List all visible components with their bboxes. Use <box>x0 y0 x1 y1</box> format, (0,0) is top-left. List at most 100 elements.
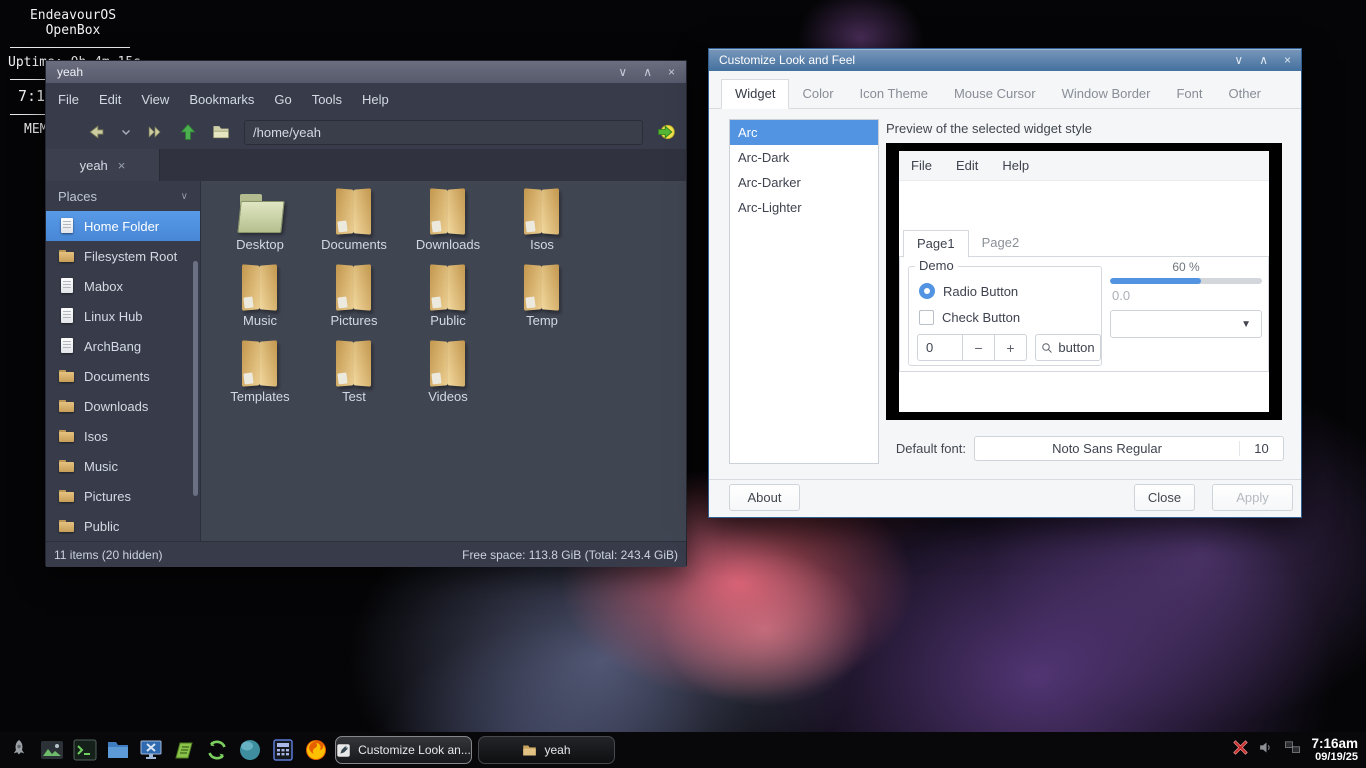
taskbar-clock[interactable]: 7:16am 09/19/25 <box>1311 736 1358 764</box>
up-icon[interactable] <box>178 122 198 142</box>
volume-icon[interactable] <box>1258 739 1275 761</box>
globe-icon[interactable] <box>236 737 263 764</box>
forward-icon[interactable] <box>145 122 165 142</box>
sidebar-item[interactable]: Pictures <box>46 481 200 511</box>
file-item[interactable]: Music <box>213 263 307 339</box>
theme-list-item[interactable]: Arc-Darker <box>730 170 878 195</box>
sidebar-item[interactable]: ArchBang <box>46 331 200 361</box>
history-chevron-icon[interactable] <box>120 126 132 138</box>
taskbar-task-yeah[interactable]: yeah <box>478 736 615 764</box>
notes-icon[interactable] <box>170 737 197 764</box>
sidebar-item[interactable]: Music <box>46 451 200 481</box>
fm-titlebar[interactable]: yeah ∨ ∧ × <box>46 61 686 83</box>
sidebar-item[interactable]: Isos <box>46 421 200 451</box>
dialog-tab[interactable]: Window Border <box>1049 80 1164 108</box>
sidebar-item[interactable]: Filesystem Root <box>46 241 200 271</box>
close-icon[interactable]: × <box>668 66 675 78</box>
file-item[interactable]: Desktop <box>213 187 307 263</box>
fm-menu-item[interactable]: Edit <box>89 86 131 113</box>
demo-button[interactable]: button <box>1035 334 1101 361</box>
theme-list-item[interactable]: Arc-Dark <box>730 145 878 170</box>
theme-list-item[interactable]: Arc <box>730 120 878 145</box>
folder-icon[interactable] <box>211 122 231 142</box>
dialog-tab[interactable]: Other <box>1216 80 1275 108</box>
maximize-icon[interactable]: ∧ <box>1259 54 1268 66</box>
fm-menu-item[interactable]: Bookmarks <box>179 86 264 113</box>
dialog-tab[interactable]: Mouse Cursor <box>941 80 1049 108</box>
sync-icon[interactable] <box>203 737 230 764</box>
checkbox-icon[interactable] <box>919 310 934 325</box>
file-item[interactable]: Isos <box>495 187 589 263</box>
spin-minus-button[interactable]: − <box>963 334 995 361</box>
close-button[interactable]: Close <box>1134 484 1195 511</box>
font-size[interactable]: 10 <box>1239 441 1283 456</box>
check-button-row[interactable]: Check Button <box>919 310 1020 325</box>
fm-menu-item[interactable]: Tools <box>302 86 352 113</box>
spin-plus-button[interactable]: + <box>995 334 1027 361</box>
dialog-tab[interactable]: Icon Theme <box>847 80 941 108</box>
chevron-down-icon[interactable]: ∨ <box>181 191 188 202</box>
file-item[interactable]: Downloads <box>401 187 495 263</box>
terminal-icon[interactable] <box>71 737 98 764</box>
spinbox-value[interactable]: 0 <box>917 334 963 361</box>
fm-tab-yeah[interactable]: yeah × <box>46 149 160 181</box>
combobox[interactable]: ▼ <box>1110 310 1262 338</box>
file-item[interactable]: Templates <box>213 339 307 415</box>
dialog-tab[interactable]: Font <box>1163 80 1215 108</box>
remote-desktop-icon[interactable] <box>137 737 164 764</box>
tab-close-icon[interactable]: × <box>118 158 126 173</box>
kill-icon[interactable] <box>1232 739 1249 761</box>
sidebar-item[interactable]: Downloads <box>46 391 200 421</box>
go-icon[interactable] <box>656 122 676 142</box>
rocket-icon[interactable] <box>5 737 32 764</box>
apply-button[interactable]: Apply <box>1212 484 1293 511</box>
preview-tab[interactable]: Page1 <box>903 230 969 258</box>
file-item-label: Templates <box>230 389 289 404</box>
network-icon[interactable] <box>1284 739 1301 761</box>
file-item[interactable]: Documents <box>307 187 401 263</box>
dialog-tab[interactable]: Color <box>789 80 846 108</box>
folder-icon <box>59 368 75 384</box>
calculator-icon[interactable] <box>269 737 296 764</box>
sidebar-item[interactable]: Mabox <box>46 271 200 301</box>
preview-caption: Preview of the selected widget style <box>886 121 1092 136</box>
fm-menu-item[interactable]: Help <box>352 86 399 113</box>
sidebar-item[interactable]: Public <box>46 511 200 541</box>
file-item[interactable]: Test <box>307 339 401 415</box>
file-item[interactable]: Videos <box>401 339 495 415</box>
places-header[interactable]: Places ∨ <box>46 181 200 211</box>
float-spin-value[interactable]: 0.0 <box>1110 288 1262 303</box>
preview-menu-item[interactable]: Help <box>990 158 1041 173</box>
back-icon[interactable] <box>87 122 107 142</box>
sidebar-scrollbar[interactable] <box>193 261 198 496</box>
firefox-icon[interactable] <box>302 737 329 764</box>
file-item[interactable]: Temp <box>495 263 589 339</box>
minimize-icon[interactable]: ∨ <box>1234 54 1243 66</box>
preview-menu-item[interactable]: File <box>899 158 944 173</box>
file-item[interactable]: Public <box>401 263 495 339</box>
maximize-icon[interactable]: ∧ <box>643 66 652 78</box>
image-viewer-icon[interactable] <box>38 737 65 764</box>
sidebar-item[interactable]: Documents <box>46 361 200 391</box>
theme-list-item[interactable]: Arc-Lighter <box>730 195 878 220</box>
preview-tab[interactable]: Page2 <box>969 230 1033 258</box>
file-manager-icon[interactable] <box>104 737 131 764</box>
minimize-icon[interactable]: ∨ <box>618 66 627 78</box>
fm-menu-item[interactable]: Go <box>264 86 301 113</box>
taskbar-task-customize[interactable]: Customize Look an... <box>335 736 472 764</box>
close-icon[interactable]: × <box>1284 54 1291 66</box>
radio-button-icon[interactable] <box>919 283 935 299</box>
dialog-tab[interactable]: Widget <box>721 79 789 109</box>
preview-menu-item[interactable]: Edit <box>944 158 990 173</box>
fm-menu-item[interactable]: File <box>48 86 89 113</box>
lx-titlebar[interactable]: Customize Look and Feel ∨ ∧ × <box>709 49 1301 71</box>
sidebar-item[interactable]: Linux Hub <box>46 301 200 331</box>
file-item[interactable]: Pictures <box>307 263 401 339</box>
about-button[interactable]: About <box>729 484 800 511</box>
sidebar-item[interactable]: Home Folder <box>46 211 200 241</box>
radio-button-row[interactable]: Radio Button <box>919 283 1018 299</box>
address-bar-input[interactable] <box>244 120 643 145</box>
fm-menu-item[interactable]: View <box>131 86 179 113</box>
fm-file-grid: Desktop Documents Downloads Isos Music P… <box>201 181 686 541</box>
font-select-button[interactable]: Noto Sans Regular 10 <box>974 436 1284 461</box>
